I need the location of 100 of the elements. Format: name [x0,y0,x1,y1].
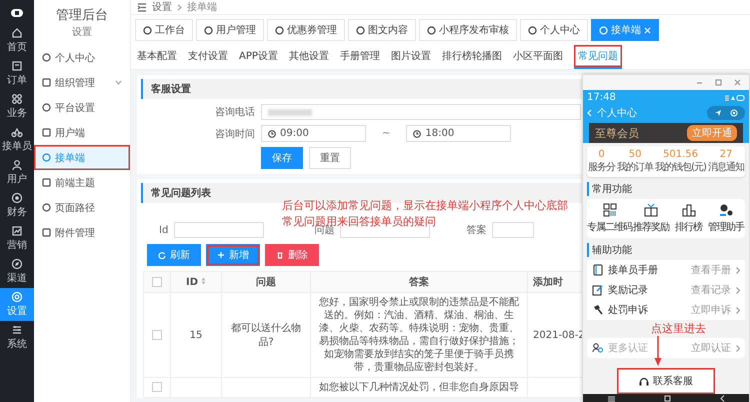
row-action: 查看手册 [691,264,731,277]
table-cell: 您好，国家明令禁止或限制的违禁品是不能配送的。例如：汽油、酒精、煤油、桐油、生漆、火柴、农药等。特殊说明：宠物、贵重、易损物品等特殊物品，需自行做好保护措施；如宠物需要放到结实的笼子里便于骑手员携带，贵重物品应密封包装好。 [319,297,519,373]
settings-tab[interactable]: 小区平面图 [512,45,563,69]
stat-label: 服务分 [588,161,616,174]
nav-item[interactable]: 营销 [0,222,34,255]
menu-label: 附件管理 [55,226,95,240]
stat-label: 消息通知 [708,160,744,174]
close-icon [644,26,651,34]
menu-item[interactable]: 前端主题 [34,170,130,195]
nav-item[interactable]: 系统 [0,321,34,354]
field-label: 答案 [466,224,486,237]
home-icon [11,27,23,39]
settings-tab[interactable]: 手册管理 [340,45,380,69]
trash-icon [276,251,284,259]
stat-value: 501.56 [663,149,698,160]
nav-label: 渠道 [7,272,27,285]
breadcrumb-link[interactable]: 接单端 [187,0,217,14]
column-header: ID [186,276,198,288]
feature-tile[interactable]: 管理助手 [707,203,746,234]
chevron-icon [115,80,122,85]
checkbox[interactable] [152,382,162,392]
phone-field[interactable] [261,104,581,120]
time-field[interactable]: 09:00 [261,125,366,142]
menu-row[interactable]: 处罚申诉 立即申诉 [587,300,745,320]
users-icon [592,342,603,354]
menu-item[interactable]: 附件管理 [34,220,130,245]
nav-item[interactable]: 业务 [0,90,34,123]
member-title: 至尊会员 [595,126,639,140]
gavel-icon [592,304,603,316]
nav-item[interactable]: 财务 [0,189,34,222]
menu-item[interactable]: 用户端 [34,120,130,145]
settings-tab[interactable]: 支付设置 [188,45,228,69]
settings-tab[interactable]: 排行榜轮播图 [442,45,502,69]
edit-icon [592,284,603,296]
book-icon [592,264,603,276]
field-label: Id [159,224,168,236]
send-icon [714,109,722,117]
bar-chart-icon [682,203,696,217]
feature-tile[interactable]: 排行榜 [670,203,708,234]
tab-icon [427,26,436,34]
breadcrumb-link[interactable]: 设置 [152,0,172,14]
tab-icon [143,26,152,34]
menu-row[interactable]: 奖励记录 查看记录 [587,280,745,300]
back-icon [720,395,724,402]
table-cell: 15 [190,330,202,340]
app-title: 管理后台 [56,7,108,24]
nav-item[interactable]: 接单员 [0,123,34,156]
capsule-control[interactable] [707,106,745,120]
reset-button[interactable]: 重置 [309,147,351,169]
coin-icon [11,192,23,204]
menu-item[interactable]: 页面路径 [34,195,130,220]
column-header: 答案 [409,276,429,288]
nav-label: 业务 [7,106,27,120]
chevron-icon [736,344,740,352]
settings-tab[interactable]: 基本配置 [137,45,177,69]
page-tab[interactable]: 工作台 [135,19,193,41]
menu-item[interactable]: 个人中心 [34,45,130,70]
nav-item[interactable]: 用户 [0,156,34,189]
nav-item[interactable]: 订单 [0,57,34,90]
tab-icon [275,26,284,34]
search-field[interactable] [492,222,534,238]
settings-icon [11,291,23,303]
page-tab[interactable]: 用户管理 [196,19,264,41]
page-tab[interactable]: 小程序发布审核 [419,19,517,41]
status-icons-icon [725,94,745,100]
page-tab[interactable]: 优惠券管理 [267,19,345,41]
nav-item[interactable]: 渠道 [0,255,34,288]
home-icon [664,395,670,402]
arrow-icon [654,336,662,366]
back-icon [587,109,592,117]
feature-tile[interactable]: 推荐奖励 [632,203,670,234]
stat-label: 我的订单 [617,160,654,174]
menu-item[interactable]: 平台设置 [34,95,130,120]
nav-label: 订单 [7,74,27,87]
feature-tile[interactable]: 专属二维码 [587,203,632,234]
checkbox[interactable] [152,330,162,340]
time-field[interactable]: 18:00 [406,125,512,142]
menu-label: 接单端 [55,152,85,164]
contact-button[interactable]: 联系客服 [617,368,715,394]
screen-title: 个人中心 [597,106,638,120]
settings-tab[interactable]: 图片设置 [390,45,431,69]
settings-tab[interactable]: 其他设置 [288,45,329,69]
section-title: 设置 [72,26,92,39]
page-tab[interactable]: 图文内容 [348,19,416,41]
blurred-value [268,108,312,116]
nav-item[interactable]: 首页 [0,24,34,57]
settings-tab[interactable]: APP设置 [239,45,278,69]
menu-item[interactable]: 组织管理 [34,70,130,95]
menu-row[interactable]: 接单员手册 查看手册 [587,260,745,280]
row-label: 奖励记录 [608,284,649,297]
search-field[interactable] [174,222,264,238]
section-title: 辅助功能 [587,243,632,257]
delete-button[interactable]: 删除 [265,244,319,266]
row-action: 立即申诉 [691,304,731,317]
checkbox[interactable] [152,276,162,287]
page-tab[interactable]: 个人中心 [520,19,588,41]
plus-icon [217,251,225,259]
chevron-icon [736,266,740,274]
annotation-text: 点这里进去 [651,321,706,336]
headset-icon [639,376,649,386]
